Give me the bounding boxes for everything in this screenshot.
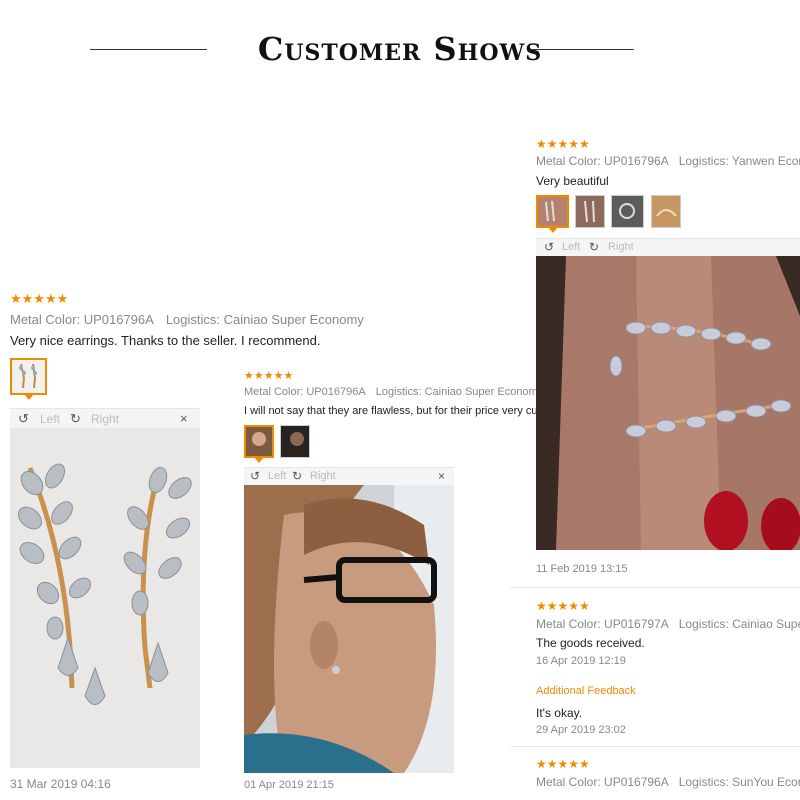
photo-thumbnail[interactable] xyxy=(651,195,681,228)
logistics: Logistics: SunYou Economi xyxy=(678,775,800,789)
star-rating: ★★★★★ xyxy=(536,137,590,151)
selfie-thumb-icon xyxy=(281,426,309,457)
rotate-left-label[interactable]: Left xyxy=(268,470,286,482)
logistics: Logistics: Yanwen Economi xyxy=(678,154,800,168)
close-icon[interactable]: × xyxy=(180,411,188,426)
page-title: Customer Shows xyxy=(257,30,543,68)
review-meta: Metal Color: UP016796A Logistics: Cainiao… xyxy=(10,312,364,327)
logistics: Logistics: Cainiao Super Economy xyxy=(375,386,544,398)
image-viewer-toolbar: ↺ Left ↻ Right xyxy=(536,238,800,256)
logistics: Logistics: Cainiao Super Ec xyxy=(678,617,800,631)
photo-thumbnail[interactable] xyxy=(280,425,310,458)
review-date: 01 Apr 2019 21:15 xyxy=(244,779,334,791)
review-photo xyxy=(536,256,800,550)
hand-thumb-icon xyxy=(576,196,604,227)
star-rating: ★★★★★ xyxy=(536,757,590,771)
review-meta: Metal Color: UP016796A Logistics: SunYou … xyxy=(536,775,800,789)
title-rule-right xyxy=(530,49,634,50)
additional-feedback-date: 29 Apr 2019 23:02 xyxy=(536,724,626,736)
rotate-right-icon[interactable]: ↻ xyxy=(589,240,599,254)
rotate-right-label[interactable]: Right xyxy=(608,241,634,253)
earrings-photo-image xyxy=(10,428,200,768)
star-rating: ★★★★★ xyxy=(536,599,590,613)
review-divider xyxy=(510,746,800,747)
rotate-right-icon[interactable]: ↻ xyxy=(70,411,81,427)
review-date: 16 Apr 2019 12:19 xyxy=(536,655,626,667)
review-divider xyxy=(510,587,800,588)
photo-thumbnail[interactable] xyxy=(244,425,274,463)
rotate-left-icon[interactable]: ↺ xyxy=(250,469,260,483)
review-photo xyxy=(244,485,454,773)
review-meta: Metal Color: UP016796A Logistics: Yanwen … xyxy=(536,154,800,168)
photo-thumbnail[interactable] xyxy=(536,195,569,233)
earrings-on-fingers-photo-image xyxy=(536,256,800,550)
rotate-left-label[interactable]: Left xyxy=(562,241,580,253)
image-viewer-toolbar: ↺ Left ↻ Right × xyxy=(10,408,200,428)
star-rating: ★★★★★ xyxy=(244,370,294,382)
review-text: I will not say that they are flawless, b… xyxy=(244,405,547,417)
photo-thumbnail[interactable] xyxy=(575,195,605,228)
rotate-left-icon[interactable]: ↺ xyxy=(18,411,29,427)
metal-color: Metal Color: UP016796A xyxy=(10,312,154,327)
logistics: Logistics: Cainiao Super Economy xyxy=(165,312,364,327)
rotate-right-label[interactable]: Right xyxy=(310,470,336,482)
metal-color: Metal Color: UP016797A xyxy=(536,617,669,631)
review-meta: Metal Color: UP016797A Logistics: Cainiao… xyxy=(536,617,800,631)
earring-thumb-icon xyxy=(12,360,45,393)
metal-color: Metal Color: UP016796A xyxy=(536,775,669,789)
wearing-earring-photo-image xyxy=(244,485,454,773)
review-date: 11 Feb 2019 13:15 xyxy=(536,563,628,575)
rotate-left-label[interactable]: Left xyxy=(40,412,60,426)
image-viewer-toolbar: ↺ Left ↻ Right × xyxy=(244,467,454,485)
photo-thumbnail[interactable] xyxy=(611,195,644,228)
hand-thumb-icon xyxy=(538,197,567,226)
review-text: Very beautiful xyxy=(536,174,609,188)
additional-feedback-label: Additional Feedback xyxy=(536,685,636,697)
metal-color: Metal Color: UP016796A xyxy=(244,386,366,398)
rotate-right-icon[interactable]: ↻ xyxy=(292,469,302,483)
review-text: Very nice earrings. Thanks to the seller… xyxy=(10,333,321,348)
selfie-thumb-icon xyxy=(246,427,272,456)
jewelry-thumb-icon xyxy=(652,196,680,227)
photo-thumbnail[interactable] xyxy=(10,358,47,400)
star-rating: ★★★★★ xyxy=(10,291,69,306)
review-meta: Metal Color: UP016796A Logistics: Cainiao… xyxy=(244,386,543,398)
rotate-right-label[interactable]: Right xyxy=(91,412,119,426)
rotate-left-icon[interactable]: ↺ xyxy=(544,240,554,254)
review-photo xyxy=(10,428,200,768)
review-date: 31 Mar 2019 04:16 xyxy=(10,777,111,791)
additional-feedback-text: It's okay. xyxy=(536,706,583,720)
review-text: The goods received. xyxy=(536,636,645,650)
close-icon[interactable]: × xyxy=(438,469,445,483)
jewelry-thumb-icon xyxy=(612,196,643,227)
metal-color: Metal Color: UP016796A xyxy=(536,154,669,168)
